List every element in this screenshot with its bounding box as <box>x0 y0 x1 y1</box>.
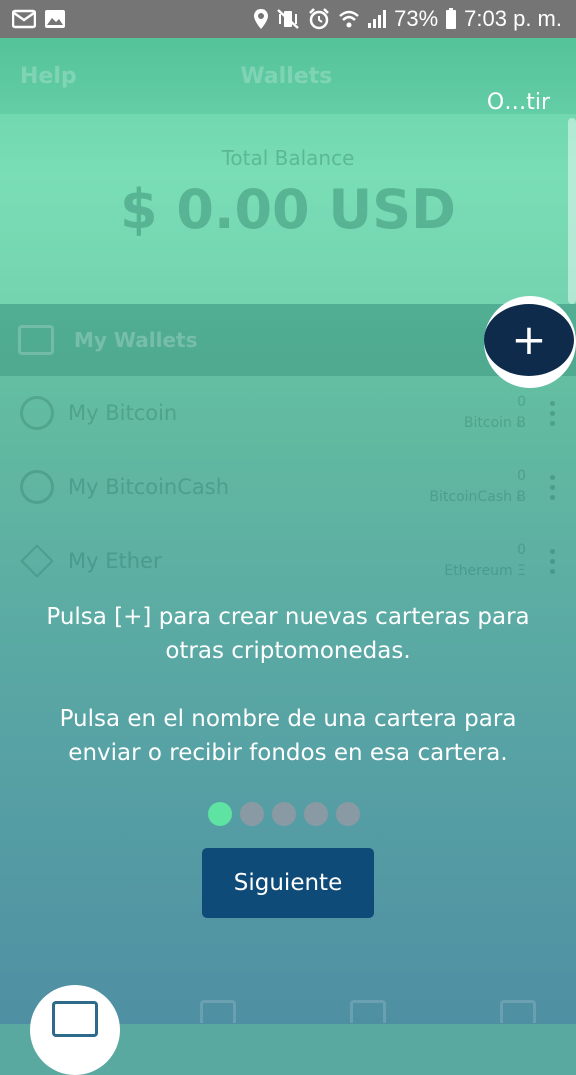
wallet-unit: Bitcoin Ƀ <box>463 415 526 431</box>
nav-icon <box>500 1000 536 1023</box>
battery-percent: 73% <box>394 6 439 31</box>
more-options-icon[interactable] <box>550 400 556 426</box>
wallet-row-ether[interactable]: My Ether 0 Ethereum Ξ <box>0 524 576 598</box>
wallet-amount: 0 <box>517 394 526 410</box>
tutorial-paragraph-2: Pulsa en el nombre de una cartera para e… <box>59 706 517 766</box>
status-bar: 73% 7:03 p. m. <box>0 0 576 38</box>
wallet-amount: 0 <box>517 468 526 484</box>
bitcoincash-icon <box>20 470 54 504</box>
page-indicator <box>208 802 360 826</box>
battery-icon <box>445 8 457 30</box>
next-button[interactable]: Siguiente <box>202 848 374 918</box>
wallet-icon <box>18 325 54 355</box>
wallets-section-title: My Wallets <box>74 328 198 352</box>
mail-icon <box>12 9 36 29</box>
more-options-icon[interactable] <box>550 548 556 574</box>
wallet-row-bitcoin[interactable]: My Bitcoin 0 Bitcoin Ƀ <box>0 376 576 450</box>
wifi-icon <box>338 8 360 30</box>
page-dot <box>272 802 296 826</box>
balance-panel: Total Balance $ 0.00 USD <box>0 114 576 304</box>
image-icon <box>44 9 66 29</box>
wallet-unit: Ethereum Ξ <box>444 563 526 579</box>
alarm-icon <box>307 8 331 30</box>
page-dot <box>304 802 328 826</box>
wallet-row-bitcoincash[interactable]: My BitcoinCash 0 BitcoinCash Ƀ <box>0 450 576 524</box>
page-dot <box>336 802 360 826</box>
tutorial-paragraph-1: Pulsa [+] para crear nuevas carteras par… <box>46 604 530 664</box>
help-link[interactable]: Help <box>20 64 77 89</box>
page-dot-active <box>208 802 232 826</box>
nav-icon <box>350 1000 386 1023</box>
skip-tutorial-link[interactable]: O…tir <box>487 90 550 115</box>
vibrate-mute-icon <box>276 8 300 30</box>
add-wallet-button[interactable]: + <box>484 304 574 376</box>
tutorial-text: Pulsa [+] para crear nuevas carteras par… <box>20 600 556 804</box>
location-icon <box>253 8 269 30</box>
ether-icon <box>20 544 54 578</box>
balance-value: $ 0.00 USD <box>120 178 456 241</box>
page-title: Wallets <box>240 63 333 89</box>
bitcoin-icon <box>20 396 54 430</box>
wallet-unit: BitcoinCash Ƀ <box>429 489 526 505</box>
wallet-icon <box>52 1001 98 1037</box>
wallets-tab-button[interactable] <box>30 985 120 1075</box>
wallet-name[interactable]: My BitcoinCash <box>68 475 429 499</box>
wallet-name[interactable]: My Ether <box>68 549 444 573</box>
more-options-icon[interactable] <box>550 474 556 500</box>
wallet-amount: 0 <box>517 542 526 558</box>
wallet-name[interactable]: My Bitcoin <box>68 401 464 425</box>
signal-icon <box>367 9 387 29</box>
status-time: 7:03 p. m. <box>464 6 562 31</box>
scrollbar[interactable] <box>568 118 576 304</box>
page-dot <box>240 802 264 826</box>
nav-icon <box>200 1000 236 1023</box>
balance-label: Total Balance <box>221 146 355 170</box>
